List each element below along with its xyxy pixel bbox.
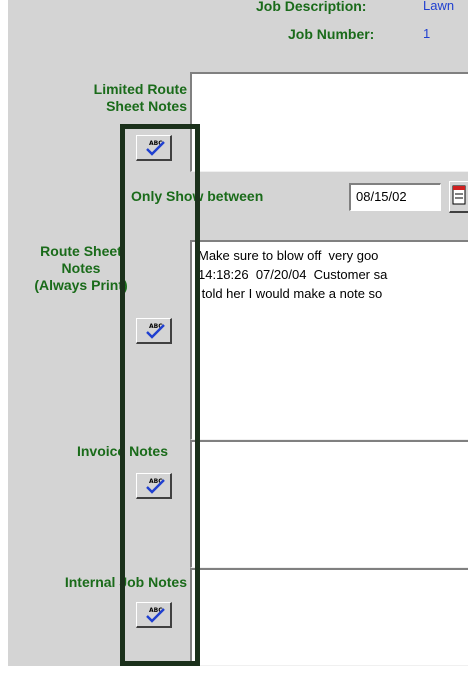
spell-check-icon: ABC	[146, 140, 165, 156]
internal-job-spell-check-button[interactable]: ABC	[136, 602, 172, 628]
spell-check-icon: ABC	[146, 607, 165, 623]
limited-route-sheet-notes-field[interactable]	[190, 72, 468, 172]
only-show-between-label: Only Show between	[131, 188, 264, 204]
route-sheet-notes-field[interactable]: Make sure to blow off very goo 14:18:26 …	[190, 240, 468, 440]
route-sheet-notes-label: Route Sheet Notes (Always Print)	[34, 243, 128, 293]
limited-route-spell-check-button[interactable]: ABC	[136, 135, 172, 161]
job-description-label: Job Description:	[256, 0, 367, 14]
show-from-date-input[interactable]: 08/15/02	[349, 183, 441, 211]
invoice-spell-check-button[interactable]: ABC	[136, 473, 172, 499]
limited-route-sheet-notes-label: Limited Route Sheet Notes	[93, 81, 187, 114]
job-number-label: Job Number:	[288, 26, 375, 42]
internal-job-notes-field[interactable]	[190, 568, 468, 666]
calendar-button[interactable]	[449, 181, 468, 213]
job-number-value: 1	[423, 26, 431, 41]
spell-check-icon: ABC	[146, 323, 165, 339]
route-sheet-notes-text: Make sure to blow off very goo 14:18:26 …	[198, 248, 388, 301]
job-description-value: Lawn	[423, 0, 455, 13]
spell-check-icon: ABC	[146, 478, 165, 494]
internal-job-notes-label: Internal Job Notes	[64, 574, 187, 590]
calendar-icon	[452, 185, 466, 205]
invoice-notes-label: Invoice Notes	[76, 443, 168, 459]
route-sheet-spell-check-button[interactable]: ABC	[136, 318, 172, 344]
invoice-notes-field[interactable]	[190, 440, 468, 568]
